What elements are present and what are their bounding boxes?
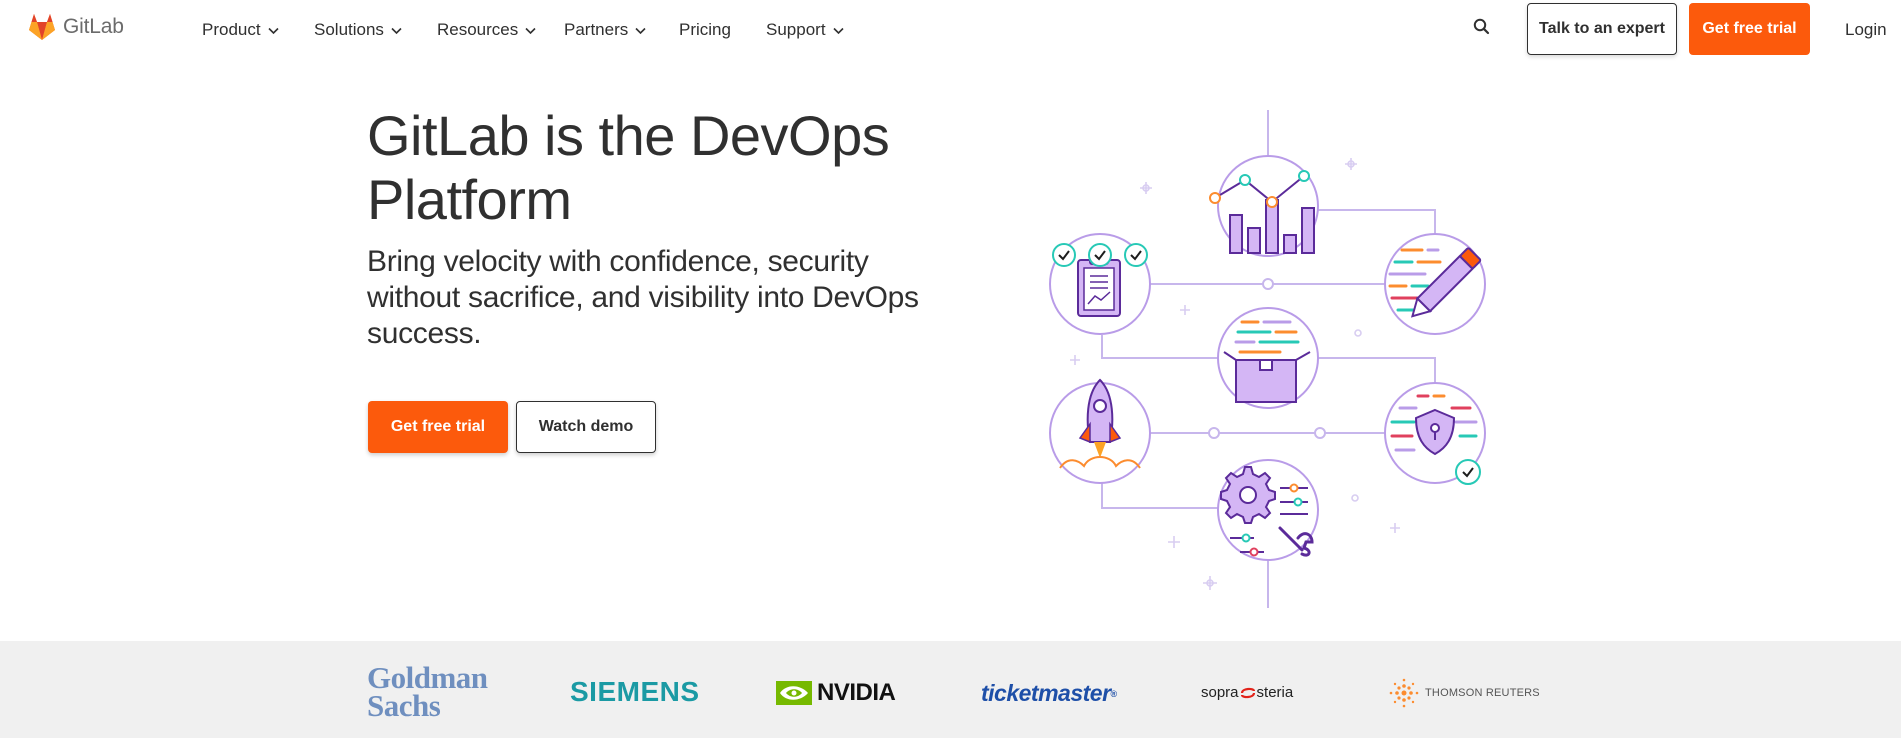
get-free-trial-button[interactable]: Get free trial <box>368 401 508 453</box>
siemens-logo: SIEMENS <box>570 676 700 707</box>
nav-item-label: Pricing <box>679 20 731 39</box>
talk-to-expert-button[interactable]: Talk to an expert <box>1527 3 1677 55</box>
goldman-sachs-line2: Sachs <box>367 688 441 723</box>
watch-demo-button[interactable]: Watch demo <box>516 401 656 453</box>
devops-platform-illustration <box>1049 110 1486 608</box>
thomson-reuters-wordmark: THOMSON REUTERS <box>1425 687 1540 699</box>
nav-item-pricing[interactable]: Pricing <box>679 20 731 40</box>
hero-title: GitLab is the DevOps Platform <box>367 104 890 231</box>
sopra-wordmark: sopra <box>1201 684 1239 701</box>
ticketmaster-logo: ticketmaster ® <box>981 680 1117 707</box>
chevron-down-icon <box>391 27 402 34</box>
sopra-steria-logo: sopra steria <box>1201 684 1293 701</box>
login-link[interactable]: Login <box>1845 20 1887 40</box>
steria-wordmark: steria <box>1256 684 1294 701</box>
nav-item-label: Resources <box>437 20 519 39</box>
chevron-down-icon <box>268 27 279 34</box>
sopra-steria-swirl-icon <box>1240 687 1255 698</box>
chevron-down-icon <box>525 27 536 34</box>
ticketmaster-wordmark: ticketmaster <box>981 680 1111 706</box>
chevron-down-icon <box>635 27 646 34</box>
search-icon[interactable] <box>1472 17 1492 37</box>
logo-wordmark: GitLab <box>63 15 124 38</box>
customer-logos-band: Goldman Sachs SIEMENS NVIDIA ticketmaste… <box>0 641 1901 738</box>
hero-subtitle: Bring velocity with confidence, security… <box>367 245 919 350</box>
gitlab-tanuki-icon <box>29 14 55 40</box>
ticketmaster-registered-mark: ® <box>1110 688 1118 699</box>
gitlab-logo[interactable]: GitLab <box>27 13 124 41</box>
chevron-down-icon <box>832 27 844 34</box>
thomson-reuters-logo: THOMSON REUTERS <box>1389 678 1540 708</box>
nav-item-solutions[interactable]: Solutions <box>314 20 403 40</box>
nvidia-eye-icon <box>776 681 812 705</box>
nav-item-label: Partners <box>564 20 629 39</box>
nav-item-resources[interactable]: Resources <box>437 20 537 40</box>
nav-item-partners[interactable]: Partners <box>564 20 647 40</box>
nav-item-product[interactable]: Product <box>202 20 280 40</box>
nvidia-wordmark: NVIDIA <box>817 679 896 706</box>
get-free-trial-header-button[interactable]: Get free trial <box>1689 3 1810 55</box>
nav-item-label: Product <box>202 20 261 39</box>
site-header: GitLab Product Solutions Resources Partn… <box>0 0 1901 60</box>
nav-item-label: Support <box>766 20 826 39</box>
thomson-reuters-dots-icon <box>1389 678 1419 708</box>
nav-item-support[interactable]: Support <box>766 20 845 40</box>
goldman-sachs-logo: Goldman Sachs <box>367 662 488 723</box>
nav-item-label: Solutions <box>314 20 384 39</box>
nvidia-logo: NVIDIA <box>776 679 896 707</box>
